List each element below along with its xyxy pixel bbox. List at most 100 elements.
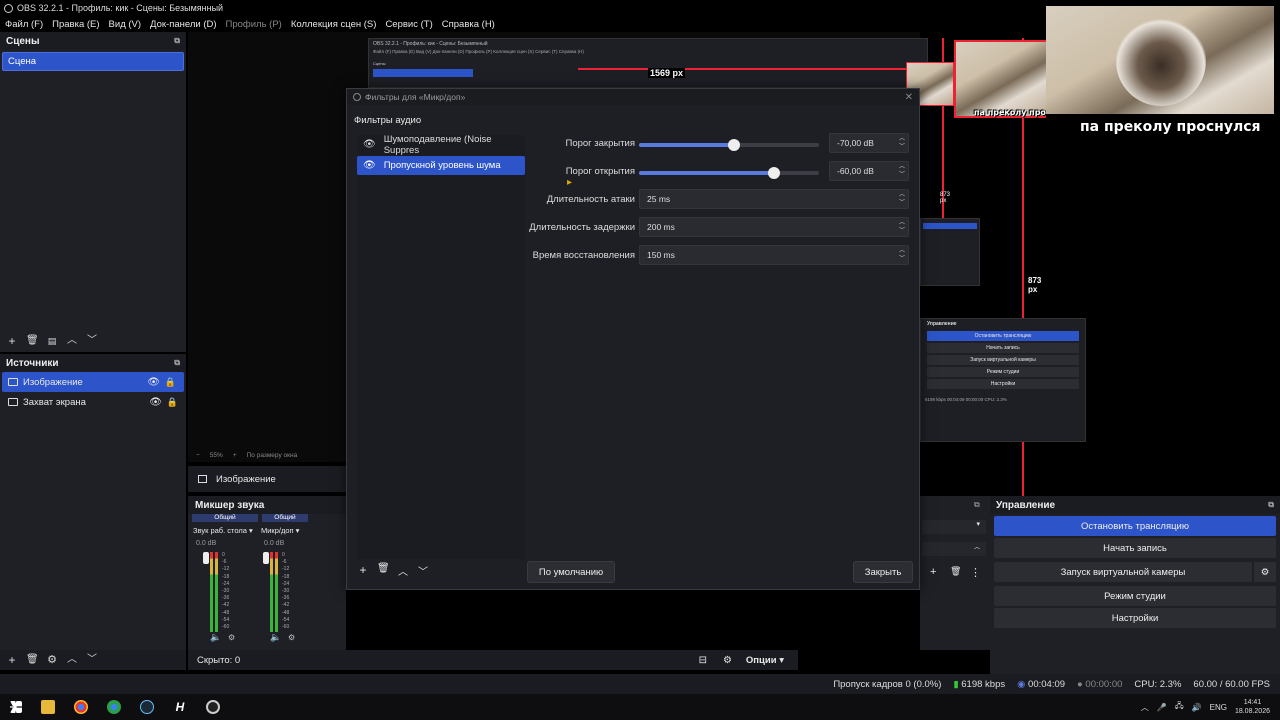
studio-mode-button[interactable]: Режим студии xyxy=(994,586,1276,606)
menu-bar: Файл (F) Правка (E) Вид (V) Док-панели (… xyxy=(0,16,1040,32)
menu-profile[interactable]: Профиль (P) xyxy=(226,19,282,30)
undock-icon[interactable]: ⧉ xyxy=(1268,500,1274,510)
trash-icon[interactable]: 🗑 xyxy=(377,563,390,578)
monitor-icon xyxy=(8,398,18,406)
menu-file[interactable]: Файл (F) xyxy=(5,19,43,30)
add-icon[interactable]: + xyxy=(6,654,18,666)
close-threshold-input[interactable]: -70,00 dB ︿ ﹀ xyxy=(829,133,909,153)
menu-docks[interactable]: Док-панели (D) xyxy=(150,19,216,30)
app-h-icon[interactable]: H xyxy=(173,700,187,714)
start-virtual-camera-button[interactable]: Запуск виртуальной камеры xyxy=(994,562,1252,582)
webcam-cat-image: па преколу проснулся xyxy=(1046,6,1274,138)
open-threshold-input[interactable]: -60,00 dB ︿ ﹀ xyxy=(829,161,909,181)
undock-icon[interactable]: ⧉ xyxy=(974,500,980,510)
source-item-image[interactable]: Изображение 👁 🔒 xyxy=(2,372,184,392)
add-icon[interactable]: + xyxy=(357,563,369,578)
undock-icon[interactable]: ⧉ xyxy=(174,358,180,368)
filter-item-noise-gate[interactable]: 👁 Пропускной уровень шума xyxy=(357,156,525,175)
open-threshold-slider[interactable] xyxy=(639,167,819,179)
visibility-eye-icon[interactable]: 👁 xyxy=(363,139,376,150)
speaker-icon[interactable]: 🔈 xyxy=(270,632,281,643)
move-up-icon[interactable]: ︿ xyxy=(66,654,78,666)
lock-icon[interactable]: 🔒 xyxy=(165,377,176,388)
network-icon[interactable]: 🖧 xyxy=(1175,700,1184,714)
attack-time-input[interactable]: 25 ms ︿ ﹀ xyxy=(639,189,909,209)
move-up-icon[interactable]: ︿ xyxy=(397,563,409,578)
mixer-settings-icon[interactable]: ⚙ xyxy=(288,633,295,642)
windows-taskbar: H ︿ 🎤 🖧 🔊 ENG 14:41 18.08.2026 xyxy=(0,694,1280,720)
volume-fader-knob[interactable] xyxy=(263,552,269,564)
mixer-channel-name[interactable]: Микр/доп ▾ xyxy=(261,526,299,535)
hold-time-input[interactable]: 200 ms ︿ ﹀ xyxy=(639,217,909,237)
chrome-profile-icon[interactable] xyxy=(107,700,121,714)
mouse-cursor-icon: ▸ xyxy=(567,177,573,188)
microphone-icon[interactable]: 🎤 xyxy=(1157,703,1167,712)
meter-scale: 0 -6 -12 -18 -24 -30 -36 -42 -48 -54 -60 xyxy=(282,552,290,631)
more-icon[interactable]: ⋮ xyxy=(970,566,981,579)
menu-tools[interactable]: Сервис (T) xyxy=(385,19,432,30)
move-down-icon[interactable]: ﹀ xyxy=(86,335,98,347)
start-recording-button[interactable]: Начать запись xyxy=(994,538,1276,558)
virtual-camera-settings-icon[interactable]: ⚙ xyxy=(1254,562,1276,582)
windows-start-icon[interactable] xyxy=(10,701,22,713)
clock[interactable]: 14:41 18.08.2026 xyxy=(1235,698,1270,716)
trash-icon[interactable]: 🗑 xyxy=(26,654,39,666)
settings-button[interactable]: Настройки xyxy=(994,608,1276,628)
chevron-up-icon[interactable]: ︿ xyxy=(1141,702,1149,713)
trash-icon[interactable]: 🗑 xyxy=(950,566,961,577)
filter-icon[interactable]: ▤ xyxy=(46,335,58,347)
move-down-icon[interactable]: ﹀ xyxy=(86,654,98,666)
language-indicator[interactable]: ENG xyxy=(1210,703,1227,712)
file-explorer-icon[interactable] xyxy=(41,700,55,714)
settings-gear-icon[interactable]: ⚙ xyxy=(46,654,58,666)
steam-icon[interactable] xyxy=(140,700,154,714)
trash-icon[interactable]: 🗑 xyxy=(26,335,39,347)
menu-edit[interactable]: Правка (E) xyxy=(52,19,99,30)
volume-fader-knob[interactable] xyxy=(203,552,209,564)
nested-sources xyxy=(920,218,980,286)
stop-streaming-button[interactable]: Остановить трансляцию xyxy=(994,516,1276,536)
menu-scene-collection[interactable]: Коллекция сцен (S) xyxy=(291,19,377,30)
filter-item-noise-suppression[interactable]: 👁 Шумоподавление (Noise Suppres xyxy=(357,134,525,156)
source-item-screen-capture[interactable]: Захват экрана 👁 🔒 xyxy=(0,392,186,412)
duration-spin[interactable]: ︿ xyxy=(922,542,986,556)
zoom-out-icon[interactable]: − xyxy=(196,452,200,459)
window-title: OBS 32.2.1 - Профиль: кик - Сцены: Безым… xyxy=(17,3,224,13)
mixer-channel-name[interactable]: Звук раб. стола ▾ xyxy=(193,526,253,535)
close-button[interactable]: Закрыть xyxy=(853,561,913,583)
zoom-in-icon[interactable]: + xyxy=(233,452,237,459)
defaults-button[interactable]: По умолчанию xyxy=(527,561,615,583)
speaker-icon[interactable]: 🔈 xyxy=(210,632,221,643)
add-icon[interactable]: + xyxy=(930,566,936,578)
obs-taskbar-icon[interactable] xyxy=(206,700,220,714)
add-icon[interactable]: + xyxy=(6,335,18,347)
options-dropdown[interactable]: Опции ▾ xyxy=(746,655,784,666)
release-time-input[interactable]: 150 ms ︿ ﹀ xyxy=(639,245,909,265)
guide-line xyxy=(578,68,928,70)
obs-logo-icon xyxy=(4,3,13,13)
sources-dock-title: Источники ⧉ xyxy=(0,354,186,372)
visibility-eye-icon[interactable]: 👁 xyxy=(147,377,160,388)
menu-help[interactable]: Справка (H) xyxy=(442,19,495,30)
volume-icon[interactable]: 🔊 xyxy=(1192,703,1202,712)
menu-view[interactable]: Вид (V) xyxy=(109,19,142,30)
gear-icon[interactable]: ⚙ xyxy=(723,655,732,666)
mixer-settings-icon[interactable]: ⚙ xyxy=(228,633,235,642)
lock-icon[interactable]: 🔒 xyxy=(167,397,178,408)
visibility-eye-icon[interactable]: 👁 xyxy=(149,397,162,408)
mixer-db-value: 0.0 dB xyxy=(264,540,285,547)
move-down-icon[interactable]: ﹀ xyxy=(417,563,429,578)
layout-icon[interactable]: ⊟ xyxy=(699,655,707,666)
selected-image-source[interactable]: па преколу проснулся xyxy=(954,40,1077,118)
close-threshold-slider[interactable] xyxy=(639,139,819,151)
close-icon[interactable]: ✕ xyxy=(905,92,913,103)
audio-mixer-dock: Микшер звука Общий Общий Звук раб. стола… xyxy=(188,496,346,650)
visibility-eye-icon[interactable]: 👁 xyxy=(363,160,376,171)
mixer-channel-tag: Общий xyxy=(192,514,258,522)
attack-time-label: Длительность атаки xyxy=(546,194,635,205)
scene-item[interactable]: Сцена xyxy=(2,52,184,71)
chrome-icon[interactable] xyxy=(74,700,88,714)
transition-select[interactable]: ▾ xyxy=(922,520,986,534)
undock-icon[interactable]: ⧉ xyxy=(174,36,180,46)
move-up-icon[interactable]: ︿ xyxy=(66,335,78,347)
